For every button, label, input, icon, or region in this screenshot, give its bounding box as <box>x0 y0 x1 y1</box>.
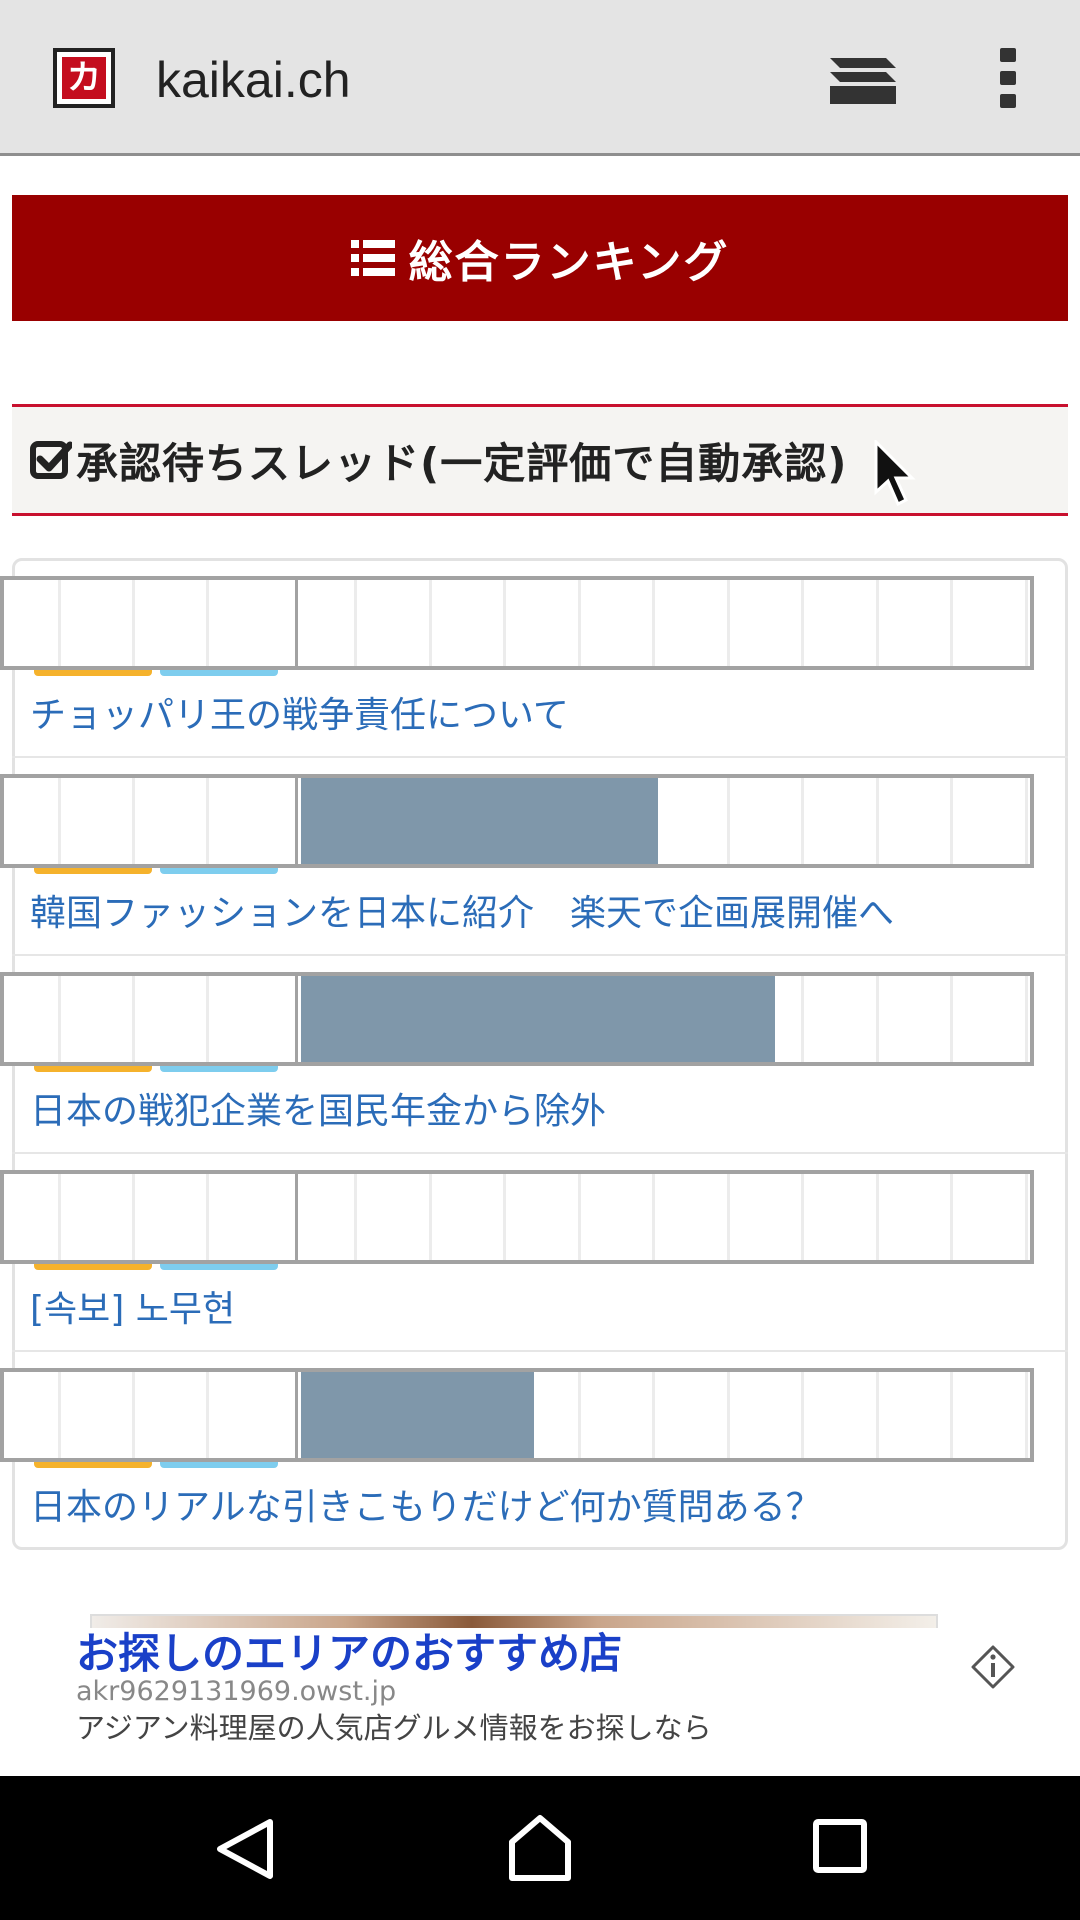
rating-bar[interactable] <box>0 1368 1034 1462</box>
rating-bar[interactable] <box>0 576 1034 670</box>
url-bar[interactable]: kaikai.ch <box>156 48 351 112</box>
rating-fill <box>301 1372 534 1458</box>
thread-title-link[interactable]: [속보] 노무현 <box>30 1280 235 1340</box>
rating-tick <box>801 580 804 666</box>
rating-fill <box>301 778 658 864</box>
rating-fill <box>301 976 775 1062</box>
thread-item[interactable]: チョッパリ王の戦争責任について <box>0 558 1080 756</box>
back-icon[interactable] <box>212 1816 280 1882</box>
thread-item[interactable]: [속보] 노무현 <box>0 1152 1080 1350</box>
recent-apps-icon[interactable] <box>812 1818 868 1874</box>
overall-ranking-button[interactable]: 総合ランキング <box>12 195 1068 321</box>
tabs-icon[interactable] <box>826 50 900 108</box>
rating-tick <box>652 1372 655 1458</box>
rating-bar[interactable] <box>0 774 1034 868</box>
category-tag-orange <box>34 1066 152 1072</box>
rating-tick <box>727 580 730 666</box>
ad-description[interactable]: アジアン料理屋の人気店グルメ情報をお探しなら <box>76 1706 712 1750</box>
rating-tick <box>652 1174 655 1260</box>
rating-tick <box>950 778 953 864</box>
rating-bar[interactable] <box>0 972 1034 1066</box>
rating-tick <box>876 580 879 666</box>
more-vert-icon[interactable] <box>990 46 1026 110</box>
rating-tick <box>801 976 804 1062</box>
rating-tick <box>727 1372 730 1458</box>
rating-tick <box>876 1372 879 1458</box>
system-nav-bar <box>0 1776 1080 1920</box>
rating-tick <box>1025 1372 1028 1458</box>
rating-tick <box>727 1174 730 1260</box>
rating-tick <box>950 1372 953 1458</box>
rating-tick <box>801 1372 804 1458</box>
rating-left-segment <box>4 976 298 1062</box>
category-tag-blue <box>160 1264 278 1270</box>
thread-item[interactable]: 日本のリアルな引きこもりだけど何か質問ある？ <box>0 1350 1080 1548</box>
rating-tick <box>950 976 953 1062</box>
rating-tick <box>1025 778 1028 864</box>
rating-left-segment <box>4 1372 298 1458</box>
category-tag-orange <box>34 868 152 874</box>
rating-tick <box>503 580 506 666</box>
rating-tick <box>354 1174 357 1260</box>
rating-tick <box>578 1372 581 1458</box>
ranking-button-label: 総合ランキング <box>408 237 730 288</box>
rating-tick <box>727 778 730 864</box>
list-icon <box>350 240 395 276</box>
ad-info-icon[interactable] <box>970 1644 1016 1690</box>
rating-tick <box>876 1174 879 1260</box>
rating-tick <box>429 580 432 666</box>
favicon-glyph: カ <box>62 57 106 99</box>
rating-tick <box>429 1174 432 1260</box>
rating-tick <box>876 778 879 864</box>
thread-title-link[interactable]: 日本のリアルな引きこもりだけど何か質問ある？ <box>30 1478 822 1538</box>
rating-tick <box>578 580 581 666</box>
rating-left-segment <box>4 580 298 666</box>
section-title: 承認待ちスレッド(一定評価で自動承認) <box>76 438 848 488</box>
rating-tick <box>652 580 655 666</box>
rating-bar[interactable] <box>0 1170 1034 1264</box>
category-tag-orange <box>34 670 152 676</box>
category-tag-blue <box>160 1462 278 1468</box>
category-tag-blue <box>160 868 278 874</box>
home-icon[interactable] <box>506 1812 574 1884</box>
rating-tick <box>876 976 879 1062</box>
category-tag-orange <box>34 1462 152 1468</box>
rating-left-segment <box>4 1174 298 1260</box>
ad-banner[interactable]: お探しのエリアのおすすめ店 akr9629131969.owst.jp アジアン… <box>0 1600 1080 1776</box>
thread-title-link[interactable]: 日本の戦犯企業を国民年金から除外 <box>30 1082 606 1142</box>
rating-tick <box>1025 580 1028 666</box>
site-favicon-icon: カ <box>53 48 115 108</box>
rating-tick <box>801 778 804 864</box>
category-tag-orange <box>34 1264 152 1270</box>
rating-tick <box>950 580 953 666</box>
rating-tick <box>354 580 357 666</box>
checkbox-icon <box>30 441 72 479</box>
thread-item[interactable]: 韓国ファッションを日本に紹介 楽天で企画展開催へ <box>0 756 1080 954</box>
category-tag-blue <box>160 670 278 676</box>
browser-toolbar: カ kaikai.ch <box>0 0 1080 156</box>
rating-tick <box>1025 1174 1028 1260</box>
rating-left-segment <box>4 778 298 864</box>
rating-tick <box>1025 976 1028 1062</box>
thread-item[interactable]: 日本の戦犯企業を国民年金から除外 <box>0 954 1080 1152</box>
rating-tick <box>801 1174 804 1260</box>
category-tag-blue <box>160 1066 278 1072</box>
thread-title-link[interactable]: 韓国ファッションを日本に紹介 楽天で企画展開催へ <box>30 884 894 944</box>
thread-title-link[interactable]: チョッパリ王の戦争責任について <box>30 686 569 746</box>
rating-tick <box>578 1174 581 1260</box>
rating-tick <box>503 1174 506 1260</box>
mouse-cursor-icon <box>874 440 916 507</box>
rating-tick <box>950 1174 953 1260</box>
